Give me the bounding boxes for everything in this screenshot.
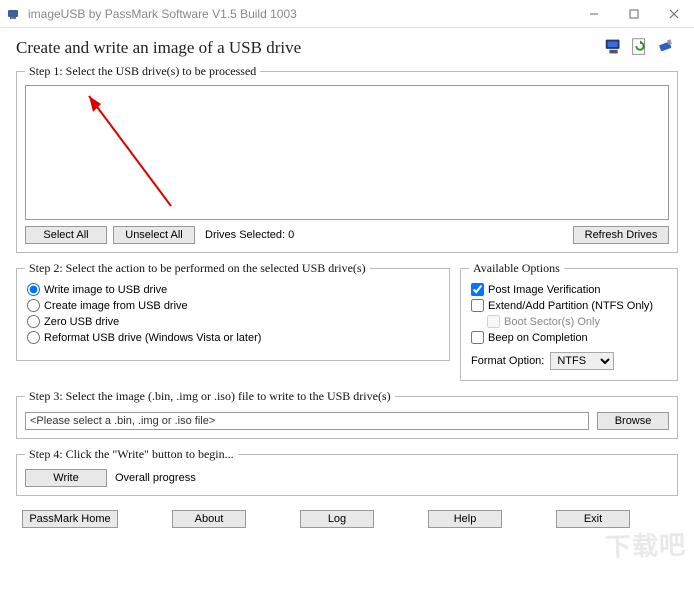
overall-progress-label: Overall progress xyxy=(115,472,196,484)
minimize-button[interactable] xyxy=(574,0,614,28)
drive-list[interactable] xyxy=(25,85,669,220)
help-button[interactable]: Help xyxy=(428,510,502,528)
image-file-input[interactable] xyxy=(25,412,589,430)
refresh-doc-icon xyxy=(628,36,652,58)
radio-zero[interactable]: Zero USB drive xyxy=(25,314,441,330)
format-option-select[interactable]: NTFS xyxy=(550,352,614,370)
close-button[interactable] xyxy=(654,0,694,28)
drives-selected-label: Drives Selected: 0 xyxy=(205,229,294,241)
window-title: imageUSB by PassMark Software V1.5 Build… xyxy=(28,7,297,21)
step4-fieldset: Step 4: Click the "Write" button to begi… xyxy=(16,447,678,496)
usb-drive-icon xyxy=(654,36,678,58)
step4-legend: Step 4: Click the "Write" button to begi… xyxy=(25,447,238,462)
step2-legend: Step 2: Select the action to be performe… xyxy=(25,261,370,276)
log-button[interactable]: Log xyxy=(300,510,374,528)
titlebar: imageUSB by PassMark Software V1.5 Build… xyxy=(0,0,694,28)
select-all-button[interactable]: Select All xyxy=(25,226,107,244)
step1-fieldset: Step 1: Select the USB drive(s) to be pr… xyxy=(16,64,678,253)
passmark-home-button[interactable]: PassMark Home xyxy=(22,510,118,528)
check-post-verify[interactable]: Post Image Verification xyxy=(469,282,669,298)
refresh-drives-button[interactable]: Refresh Drives xyxy=(573,226,669,244)
check-beep[interactable]: Beep on Completion xyxy=(469,330,669,346)
options-legend: Available Options xyxy=(469,261,564,276)
annotation-arrow xyxy=(71,86,181,216)
page-title: Create and write an image of a USB drive xyxy=(16,38,602,58)
app-icon xyxy=(6,6,22,22)
step3-fieldset: Step 3: Select the image (.bin, .img or … xyxy=(16,389,678,439)
step1-legend: Step 1: Select the USB drive(s) to be pr… xyxy=(25,64,260,79)
step3-legend: Step 3: Select the image (.bin, .img or … xyxy=(25,389,395,404)
header-icons xyxy=(602,36,678,58)
unselect-all-button[interactable]: Unselect All xyxy=(113,226,195,244)
format-option-label: Format Option: xyxy=(471,355,544,367)
browse-button[interactable]: Browse xyxy=(597,412,669,430)
check-extend[interactable]: Extend/Add Partition (NTFS Only) xyxy=(469,298,669,314)
write-button[interactable]: Write xyxy=(25,469,107,487)
step2-fieldset: Step 2: Select the action to be performe… xyxy=(16,261,450,361)
check-boot-sector: Boot Sector(s) Only xyxy=(485,314,669,330)
maximize-button[interactable] xyxy=(614,0,654,28)
options-fieldset: Available Options Post Image Verificatio… xyxy=(460,261,678,381)
exit-button[interactable]: Exit xyxy=(556,510,630,528)
radio-reformat[interactable]: Reformat USB drive (Windows Vista or lat… xyxy=(25,330,441,346)
computer-icon xyxy=(602,36,626,58)
radio-write[interactable]: Write image to USB drive xyxy=(25,282,441,298)
about-button[interactable]: About xyxy=(172,510,246,528)
radio-create[interactable]: Create image from USB drive xyxy=(25,298,441,314)
